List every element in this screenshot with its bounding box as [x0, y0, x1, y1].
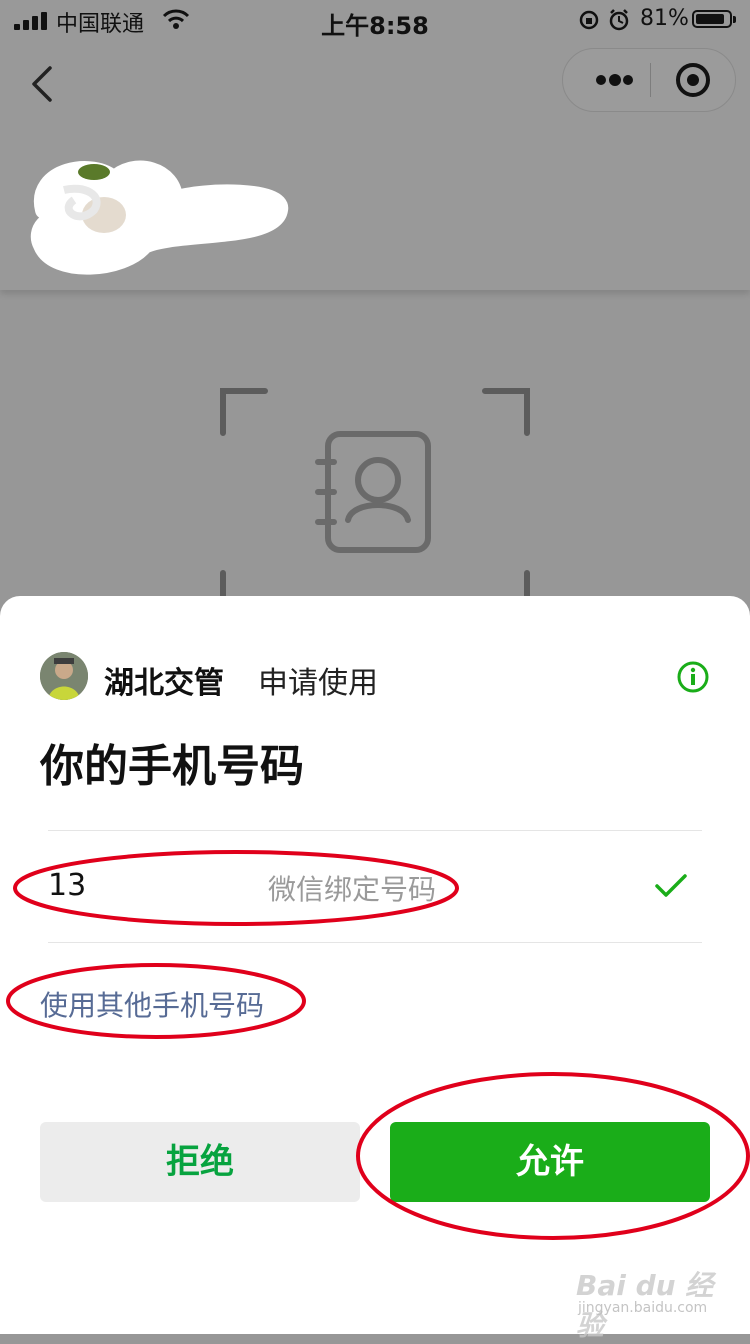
- phone-bind-note: 微信绑定号码: [268, 873, 437, 906]
- orientation-lock-alarm-icon: [579, 9, 629, 31]
- app-request-row: 湖北交管 申请使用: [40, 652, 720, 701]
- phone-auth-sheet: 湖北交管 申请使用 你的手机号码 13 微信绑定号码 使用其他手机号码 拒绝 允…: [0, 596, 750, 1334]
- use-other-phone-link[interactable]: 使用其他手机号码: [40, 984, 264, 1024]
- battery-percent: 81%: [640, 6, 689, 31]
- checkmark-icon: [655, 874, 687, 897]
- info-icon[interactable]: [676, 660, 710, 694]
- phone-number: 13: [48, 868, 87, 903]
- clock: 上午8:58: [321, 12, 429, 40]
- redacted-logo: [30, 160, 288, 275]
- divider: [48, 830, 702, 831]
- chevron-left-icon[interactable]: [24, 62, 64, 106]
- mini-program-capsule: [562, 48, 736, 112]
- allow-button[interactable]: 允许: [390, 1122, 710, 1202]
- deny-button[interactable]: 拒绝: [40, 1122, 360, 1202]
- target-circle-icon[interactable]: [663, 57, 723, 103]
- baidu-watermark: Bai du 经验 jingyan.baidu.com: [576, 1264, 726, 1342]
- divider: [48, 942, 702, 943]
- app-name: 湖北交管: [104, 666, 224, 701]
- status-bar: 中国联通 上午8:58 81%: [0, 0, 750, 40]
- page-title: 你的手机号码: [40, 741, 304, 792]
- more-dots-icon[interactable]: [581, 57, 641, 103]
- page-header-area: [0, 0, 750, 290]
- battery-icon: [692, 10, 736, 28]
- phone-option-row[interactable]: 13 微信绑定号码: [48, 832, 702, 942]
- request-text: 申请使用: [258, 666, 378, 701]
- avatar: [40, 652, 88, 700]
- contact-card-icon: [220, 388, 530, 618]
- watermark-url: jingyan.baidu.com: [578, 1300, 708, 1316]
